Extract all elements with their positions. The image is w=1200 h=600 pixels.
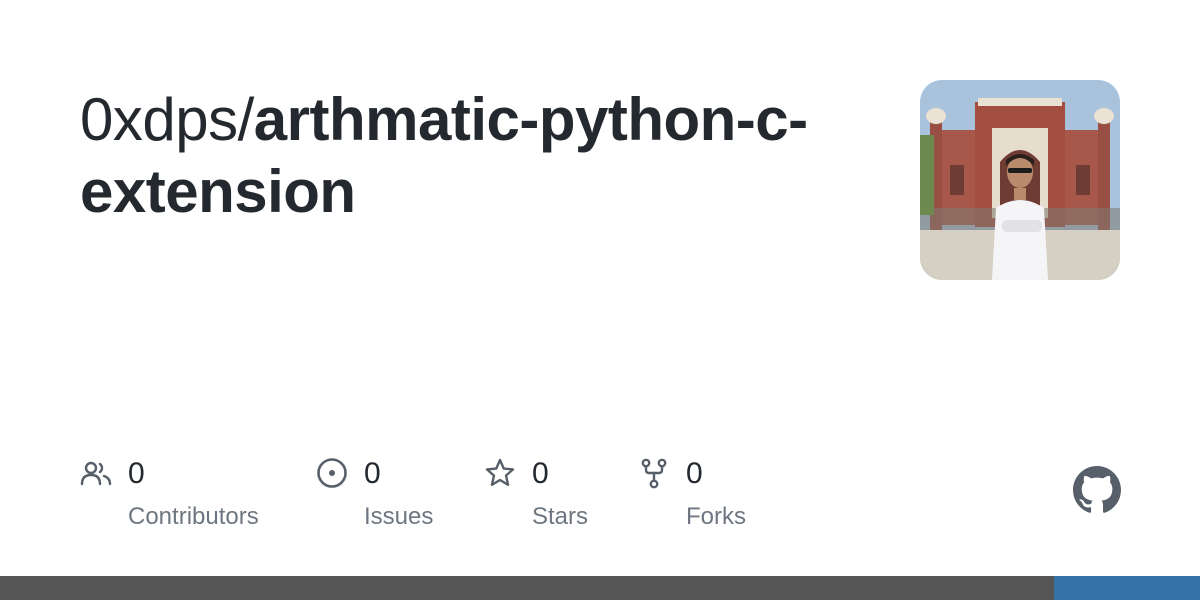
contributors-label: Contributors	[128, 503, 259, 530]
stars-label: Stars	[532, 503, 589, 530]
repo-title: 0xdps/arthmatic-python-c-extension	[80, 84, 870, 228]
language-bar-primary	[0, 576, 1054, 600]
github-logo-icon[interactable]	[1073, 466, 1121, 514]
contributors-count: 0	[128, 457, 145, 490]
language-bar-secondary	[1054, 576, 1200, 600]
avatar-photo	[920, 80, 1120, 280]
forks-count: 0	[686, 457, 703, 490]
issues-count: 0	[364, 457, 381, 490]
issues-label: Issues	[364, 503, 434, 530]
people-icon	[80, 461, 112, 486]
fork-icon	[641, 458, 667, 489]
forks-label: Forks	[686, 503, 746, 530]
repo-owner[interactable]: 0xdps/	[80, 86, 254, 153]
stars-count: 0	[532, 457, 549, 490]
owner-avatar[interactable]	[920, 80, 1120, 280]
star-icon	[485, 458, 515, 486]
issue-icon	[317, 458, 347, 488]
